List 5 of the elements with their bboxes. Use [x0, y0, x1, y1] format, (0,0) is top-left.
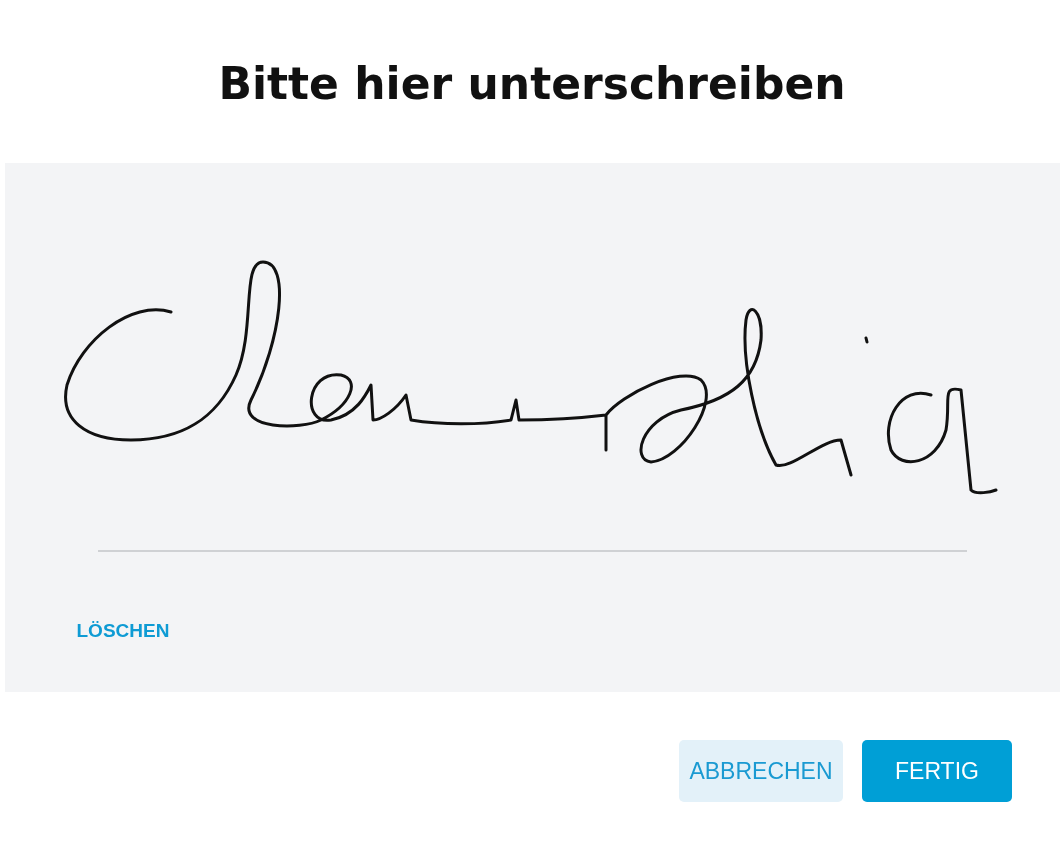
- clear-button[interactable]: LÖSCHEN: [70, 618, 176, 644]
- dialog-title: Bitte hier unterschreiben: [218, 57, 846, 111]
- signature-pad[interactable]: LÖSCHEN: [4, 163, 1060, 692]
- done-button[interactable]: FERTIG: [862, 740, 1012, 802]
- cancel-button[interactable]: ABBRECHEN: [679, 740, 843, 802]
